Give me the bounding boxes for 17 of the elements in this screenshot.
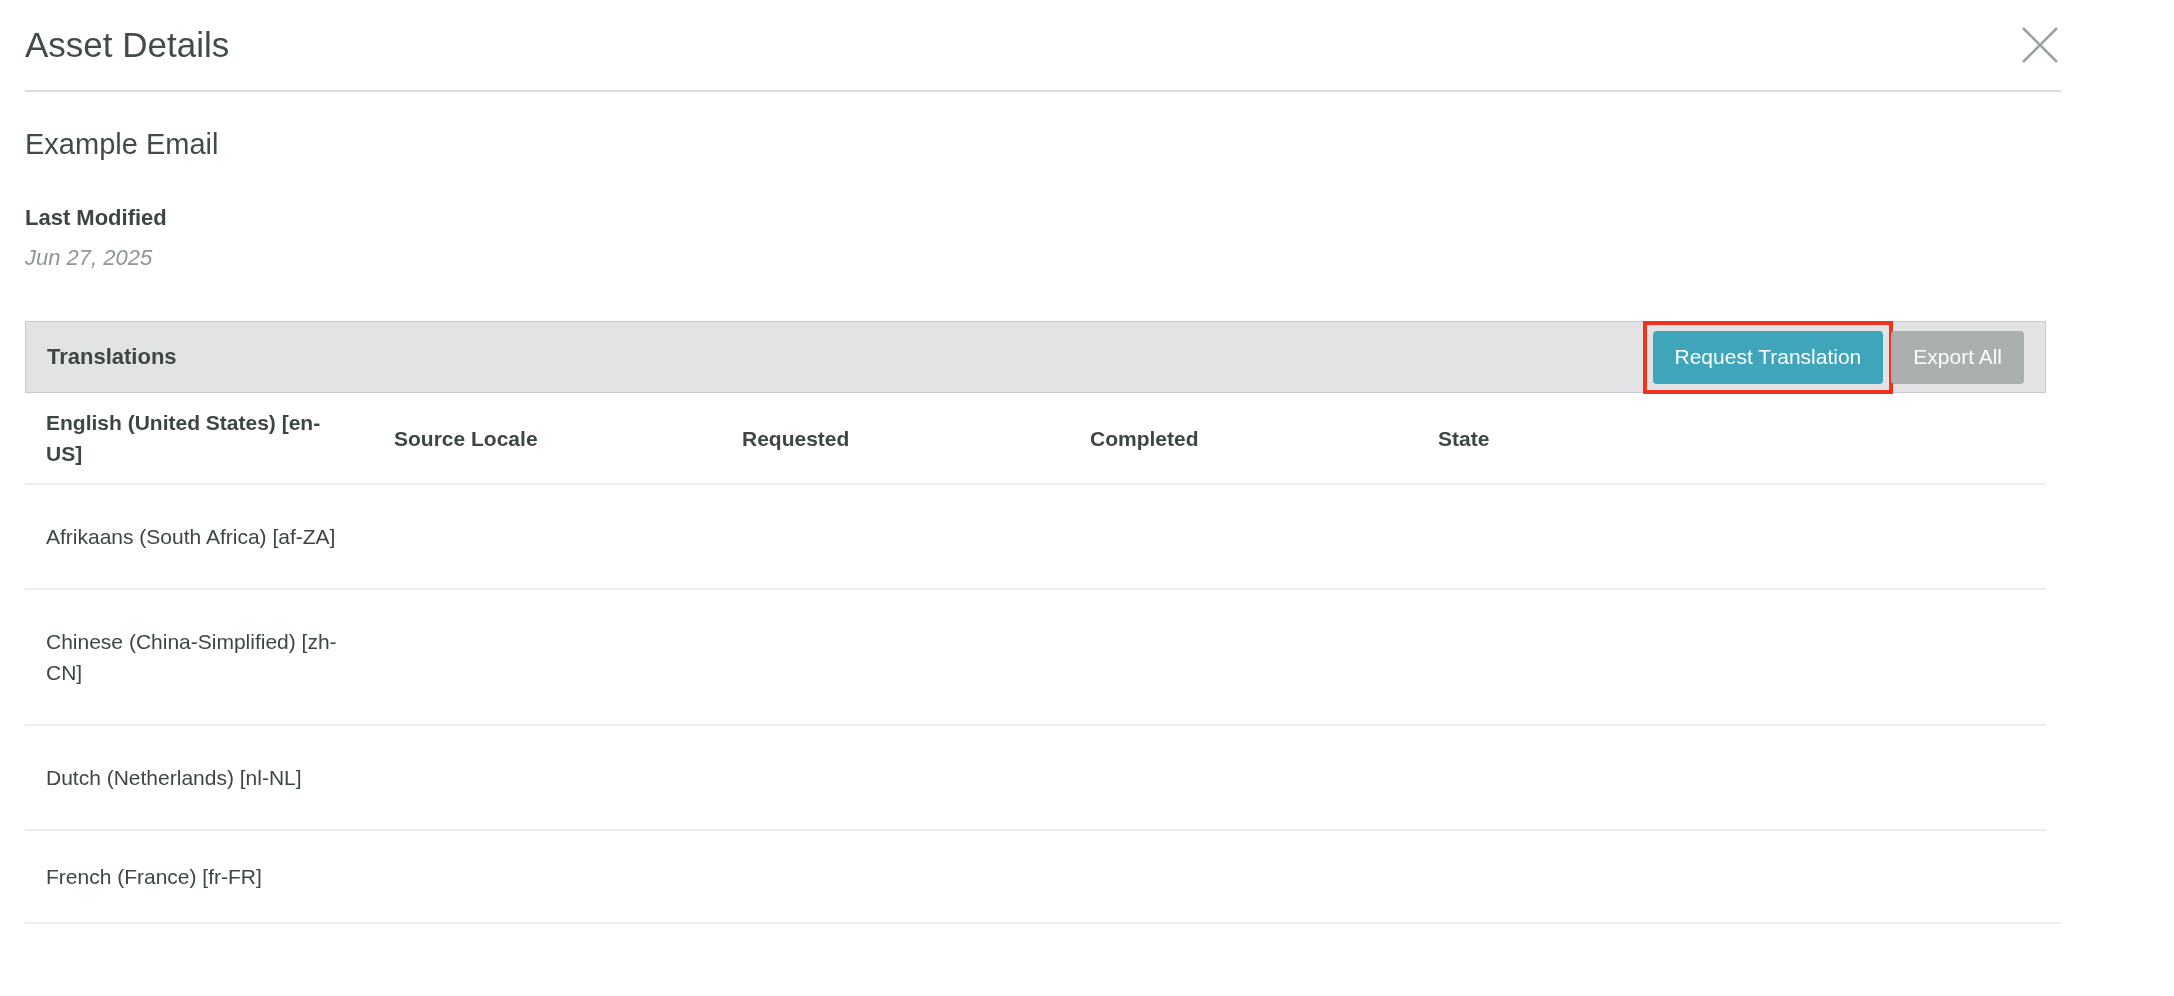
last-modified-label: Last Modified [25,205,168,231]
export-button[interactable]: Export All [1891,330,2024,384]
column-header: Source Locale [394,425,539,452]
last-modified-date: Jun 27, 2025 [25,245,154,271]
dialog-title: Asset Details [25,25,230,65]
close-icon[interactable] [2021,26,2059,64]
request-button[interactable]: Request Translation [1652,330,1884,384]
locale-cell-text: Chinese (China-Simplified) [zh-CN] [46,629,338,686]
asset-name: Example Email [25,128,220,161]
column-header: Requested [742,425,851,452]
translations-title: Translations [47,344,177,370]
locale-cell-text: French (France) [fr-FR] [46,864,263,890]
column-header: State [1438,425,1491,452]
column-header: Completed [1090,425,1200,452]
locale-cell-text: Afrikaans (South Africa) [af-ZA] [46,524,337,550]
locale-cell-text: Dutch (Netherlands) [nl-NL] [46,765,303,791]
column-header: English (United States) [en-US] [46,410,322,467]
